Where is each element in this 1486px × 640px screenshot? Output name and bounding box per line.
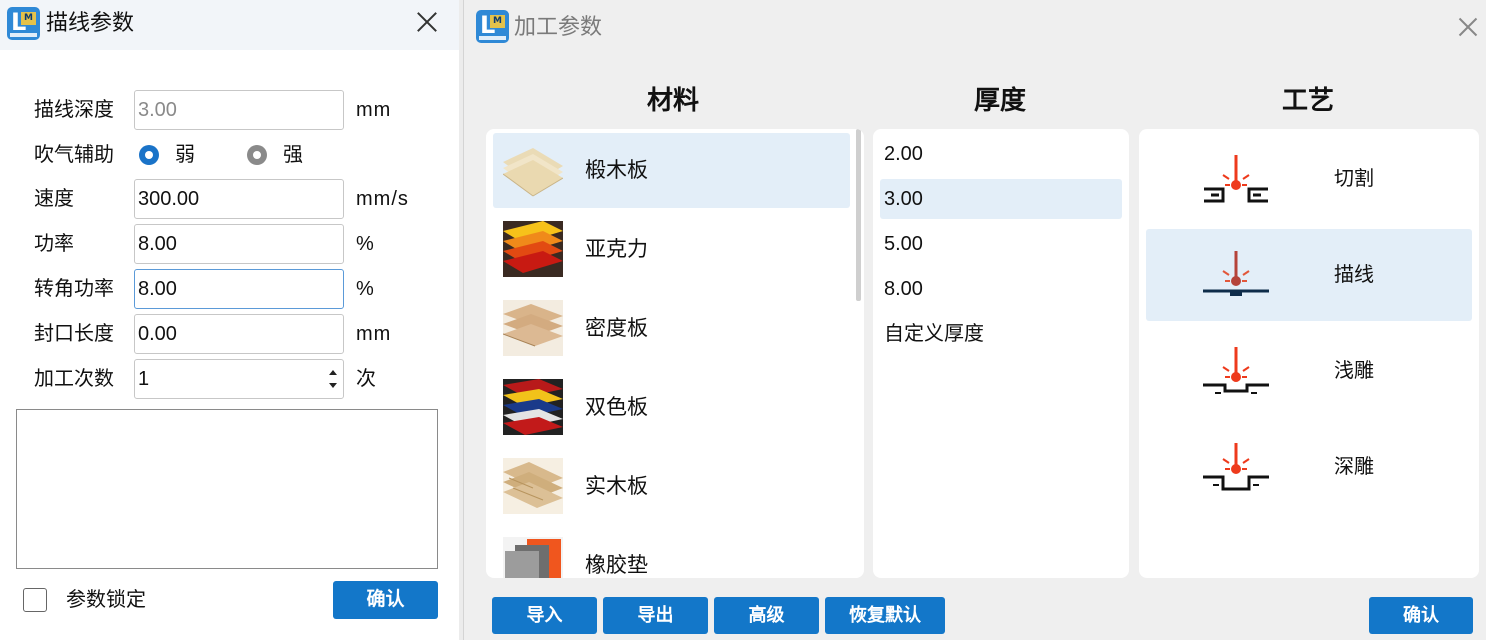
corner-power-unit: % — [356, 278, 375, 300]
acrylic-thumbnail — [503, 221, 563, 277]
import-button[interactable]: 导入 — [492, 597, 597, 634]
restore-default-button[interactable]: 恢复默认 — [825, 597, 945, 634]
thickness-header: 厚度 — [973, 85, 1026, 115]
air-assist-label: 吹气辅助 — [34, 144, 114, 166]
material-name: 实木板 — [585, 475, 648, 498]
material-name: 亚克力 — [585, 238, 648, 261]
solid-wood-thumbnail — [503, 458, 563, 514]
thickness-item[interactable]: 自定义厚度 — [880, 314, 1122, 354]
depth-row: 描线深度 3.00 mm — [0, 90, 459, 130]
laser-deep-engrave-icon — [1203, 443, 1269, 491]
laser-shallow-engrave-icon — [1203, 347, 1269, 394]
air-strong-label: 强 — [283, 144, 303, 166]
material-item[interactable]: 双色板 — [493, 370, 850, 445]
close-icon[interactable] — [1455, 15, 1481, 41]
power-label: 功率 — [34, 233, 74, 255]
depth-label: 描线深度 — [34, 99, 114, 121]
passes-row: 加工次数 1 次 — [0, 359, 459, 399]
line-params-dialog: LM 描线参数 描线深度 3.00 mm 吹气辅助 弱 强 速度 300.00 … — [0, 0, 459, 640]
material-header: 材料 — [646, 85, 699, 115]
process-name: 切割 — [1334, 168, 1374, 190]
air-weak-radio[interactable] — [139, 145, 159, 165]
spin-down-icon[interactable] — [329, 383, 337, 388]
laser-cut-icon — [1204, 155, 1268, 203]
process-item-line[interactable]: 描线 — [1146, 229, 1472, 321]
material-list: 椴木板 亚克力 密度板 双色板 实木板 橡胶垫 — [486, 129, 864, 578]
depth-unit: mm — [356, 99, 392, 121]
power-input[interactable]: 8.00 — [134, 224, 344, 264]
dialog-title: 描线参数 — [46, 10, 135, 35]
process-item-cut[interactable]: 切割 — [1146, 133, 1472, 225]
seal-length-row: 封口长度 0.00 mm — [0, 314, 459, 354]
laser-line-icon — [1203, 251, 1269, 296]
air-strong-radio[interactable] — [247, 145, 267, 165]
passes-label: 加工次数 — [34, 368, 114, 390]
material-name: 双色板 — [585, 396, 648, 419]
seal-length-input[interactable]: 0.00 — [134, 314, 344, 354]
material-item[interactable]: 亚克力 — [493, 212, 850, 287]
left-confirm-button[interactable]: 确认 — [333, 581, 438, 619]
app-logo-icon: LM — [7, 7, 40, 40]
two-color-board-thumbnail — [503, 379, 563, 435]
process-header: 工艺 — [1281, 85, 1334, 115]
thickness-item[interactable]: 8.00 — [880, 269, 1122, 309]
process-list: 切割 描线 浅雕 深雕 — [1139, 129, 1479, 578]
corner-power-row: 转角功率 8.00 % — [0, 269, 459, 309]
close-icon[interactable] — [414, 9, 440, 35]
process-params-dialog: LM 加工参数 材料 厚度 工艺 椴木板 亚克力 密度板 双色板 实木板 橡胶垫… — [463, 0, 1486, 640]
power-unit: % — [356, 233, 375, 255]
air-assist-row: 吹气辅助 弱 强 — [0, 135, 459, 175]
speed-input[interactable]: 300.00 — [134, 179, 344, 219]
air-weak-label: 弱 — [175, 144, 195, 166]
seal-length-unit: mm — [356, 323, 392, 345]
power-row: 功率 8.00 % — [0, 224, 459, 264]
material-item[interactable]: 实木板 — [493, 449, 850, 524]
advanced-button[interactable]: 高级 — [714, 597, 819, 634]
corner-power-label: 转角功率 — [34, 278, 114, 300]
spin-up-icon[interactable] — [329, 370, 337, 375]
passes-value: 1 — [138, 368, 150, 390]
material-name: 橡胶垫 — [585, 554, 648, 577]
param-lock-checkbox[interactable] — [23, 588, 47, 612]
process-name: 浅雕 — [1334, 360, 1374, 382]
thickness-list: 2.00 3.00 5.00 8.00 自定义厚度 — [873, 129, 1129, 578]
thickness-item[interactable]: 5.00 — [880, 224, 1122, 264]
mdf-thumbnail — [503, 300, 563, 356]
speed-label: 速度 — [34, 188, 74, 210]
corner-power-input[interactable]: 8.00 — [134, 269, 344, 309]
speed-row: 速度 300.00 mm/s — [0, 179, 459, 219]
param-lock-label: 参数锁定 — [66, 589, 146, 611]
material-item[interactable]: 密度板 — [493, 291, 850, 366]
material-item[interactable]: 椴木板 — [493, 133, 850, 208]
depth-input[interactable]: 3.00 — [134, 90, 344, 130]
material-item[interactable]: 橡胶垫 — [493, 528, 850, 578]
app-logo-icon: LM — [476, 10, 509, 43]
process-item-shallow-engrave[interactable]: 浅雕 — [1146, 325, 1472, 417]
basswood-thumbnail — [503, 142, 563, 198]
process-name: 深雕 — [1334, 456, 1374, 478]
process-item-deep-engrave[interactable]: 深雕 — [1146, 421, 1472, 513]
notes-textarea[interactable] — [16, 409, 438, 569]
passes-spinbox[interactable]: 1 — [134, 359, 344, 399]
material-scrollbar[interactable] — [856, 129, 861, 301]
seal-length-label: 封口长度 — [34, 323, 114, 345]
dialog-title: 加工参数 — [514, 14, 603, 39]
passes-unit: 次 — [356, 368, 377, 390]
title-bar: LM 描线参数 — [0, 0, 459, 50]
thickness-item[interactable]: 3.00 — [880, 179, 1122, 219]
process-name: 描线 — [1334, 264, 1374, 286]
material-name: 密度板 — [585, 317, 648, 340]
speed-unit: mm/s — [356, 188, 409, 210]
right-confirm-button[interactable]: 确认 — [1369, 597, 1473, 634]
thickness-item[interactable]: 2.00 — [880, 134, 1122, 174]
material-name: 椴木板 — [585, 159, 648, 182]
export-button[interactable]: 导出 — [603, 597, 708, 634]
rubber-pad-thumbnail — [503, 537, 563, 578]
